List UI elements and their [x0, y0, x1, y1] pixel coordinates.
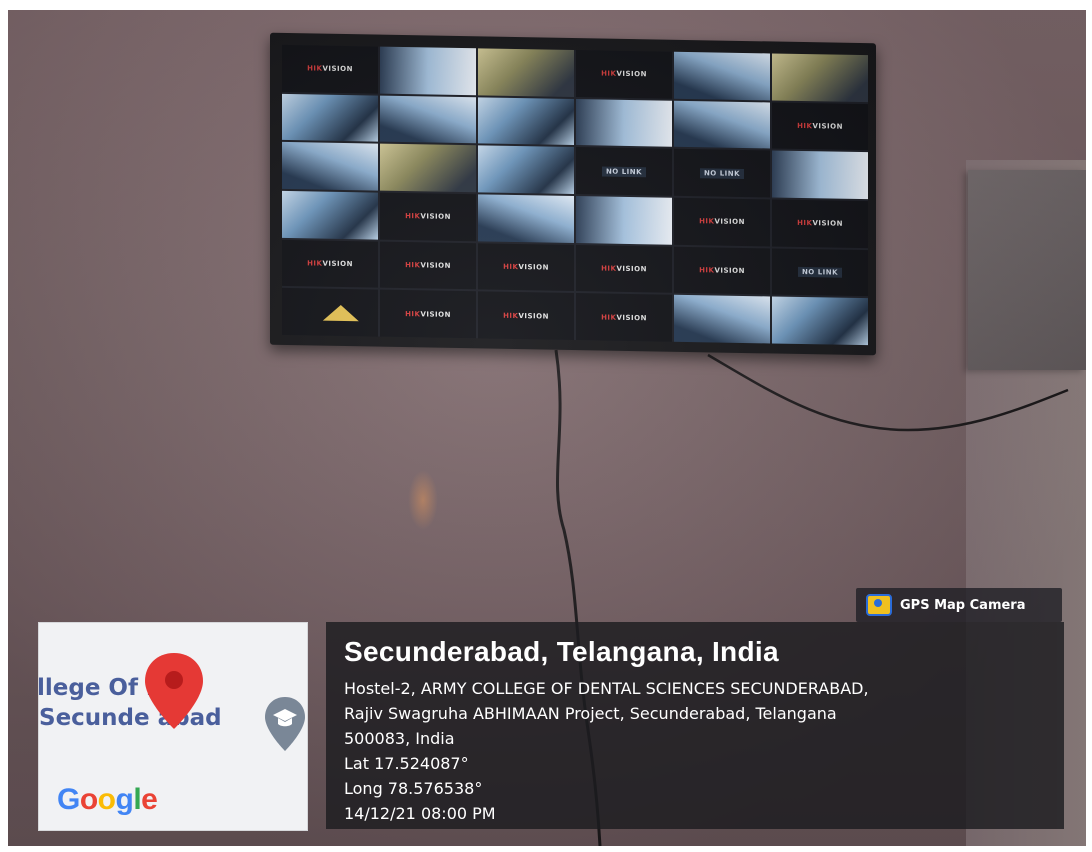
- education-place-icon: [265, 697, 305, 751]
- google-logo: Google: [57, 783, 158, 816]
- address-line-1: Hostel-2, ARMY COLLEGE OF DENTAL SCIENCE…: [344, 679, 869, 698]
- latitude: Lat 17.524087°: [344, 754, 469, 773]
- address-line-2: Rajiv Swagruha ABHIMAAN Project, Secunde…: [344, 704, 837, 723]
- longitude: Long 78.576538°: [344, 779, 483, 798]
- location-title: Secunderabad, Telangana, India: [344, 636, 779, 667]
- location-info-panel: Secunderabad, Telangana, India Hostel-2,…: [326, 622, 1064, 829]
- map-thumbnail[interactable]: llege Of ntal Secunde abad Google: [38, 622, 308, 831]
- gps-map-camera-app-icon: [866, 594, 892, 616]
- address-line-3: 500083, India: [344, 729, 455, 748]
- map-pin-icon: [145, 653, 203, 729]
- gps-badge-label: GPS Map Camera: [900, 597, 1026, 613]
- gps-map-camera-badge: GPS Map Camera: [856, 588, 1062, 622]
- timestamp: 14/12/21 08:00 PM: [344, 804, 496, 823]
